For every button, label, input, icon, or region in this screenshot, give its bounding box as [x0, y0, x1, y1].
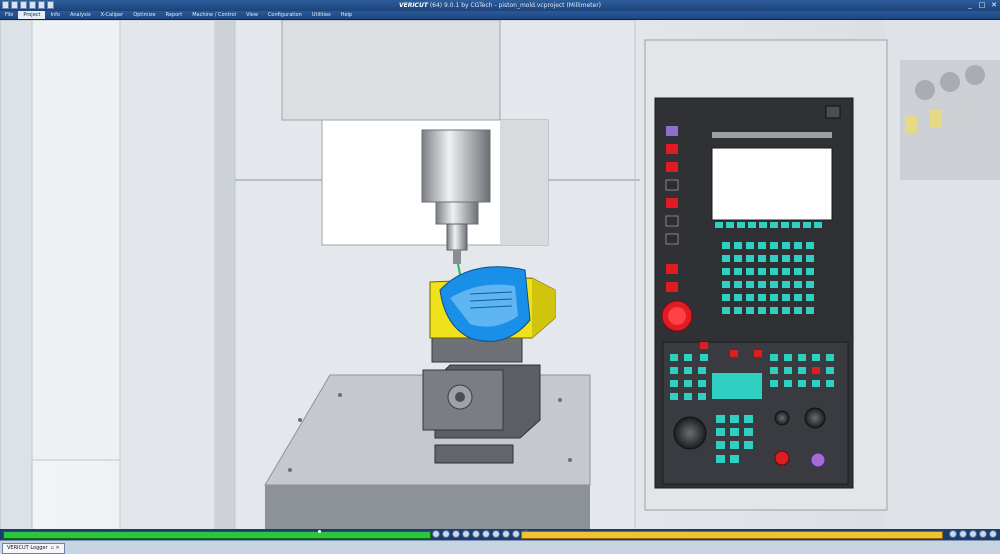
- view-icon[interactable]: [989, 530, 997, 538]
- spindle: [421, 129, 491, 203]
- tool-changer: [900, 60, 1000, 180]
- cnc-screen: [711, 147, 833, 221]
- menu-help[interactable]: Help: [336, 11, 357, 19]
- project-title: (64) 9.0.1 by CGTech - piston_mold.vcpro…: [427, 2, 602, 9]
- menu-x-caliper[interactable]: X-Caliper: [96, 11, 129, 19]
- menu-project[interactable]: Project: [18, 11, 46, 19]
- playback-controls: [432, 530, 530, 538]
- status-icons: [949, 530, 997, 538]
- menu-optimize[interactable]: Optimize: [128, 11, 160, 19]
- menu-view[interactable]: View: [241, 11, 263, 19]
- left-panel: [119, 20, 216, 530]
- progress-marker[interactable]: [318, 530, 321, 533]
- logger-tab[interactable]: VERICUT Logger ▫ ✕: [2, 543, 65, 554]
- animation-speed-bar[interactable]: [521, 531, 943, 539]
- logger-tab-controls[interactable]: ▫ ✕: [51, 544, 60, 553]
- single-step-icon[interactable]: [472, 530, 480, 538]
- menu-analysis[interactable]: Analysis: [65, 11, 96, 19]
- simulation-progress-bar: [3, 531, 431, 539]
- menu-report[interactable]: Report: [161, 11, 188, 19]
- play-to-end-icon[interactable]: [482, 530, 490, 538]
- menu-info[interactable]: Info: [45, 11, 64, 19]
- menu-machine-control[interactable]: Machine / Control: [187, 11, 241, 19]
- reset-icon[interactable]: [452, 530, 460, 538]
- play-icon[interactable]: [502, 530, 510, 538]
- pan-icon[interactable]: [959, 530, 967, 538]
- window-controls: _ □ ✕: [966, 1, 998, 9]
- left-door-frame: [0, 20, 33, 530]
- window-title: VERICUT (64) 9.0.1 by CGTech - piston_mo…: [0, 0, 1000, 11]
- door-post: [215, 20, 235, 530]
- step-back-icon[interactable]: [442, 530, 450, 538]
- zoom-icon[interactable]: [949, 530, 957, 538]
- menu-file[interactable]: File: [0, 11, 18, 19]
- title-bar: VERICUT (64) 9.0.1 by CGTech - piston_mo…: [0, 0, 1000, 11]
- operator-panel: [662, 341, 849, 485]
- minimize-button[interactable]: _: [966, 1, 974, 9]
- menu-utilities[interactable]: Utilities: [307, 11, 336, 19]
- simulation-viewport[interactable]: [0, 19, 1000, 530]
- rotate-icon[interactable]: [969, 530, 977, 538]
- fit-icon[interactable]: [979, 530, 987, 538]
- machine-scene: [0, 20, 1000, 530]
- spindle-head-top: [281, 20, 501, 121]
- cycle-stop-button: [774, 450, 790, 466]
- menu-bar: File Project Info Analysis X-Caliper Opt…: [0, 11, 1000, 19]
- stop-icon[interactable]: [462, 530, 470, 538]
- settings-icon[interactable]: [512, 530, 520, 538]
- feed-override-knob: [673, 416, 707, 450]
- rewind-icon[interactable]: [432, 530, 440, 538]
- status-bar: [0, 529, 1000, 540]
- menu-configuration[interactable]: Configuration: [263, 11, 307, 19]
- cycle-start-button: [810, 452, 826, 468]
- maximize-button[interactable]: □: [978, 1, 986, 9]
- logger-tab-label: VERICUT Logger: [7, 545, 48, 551]
- app-brand: VERICUT: [398, 2, 428, 9]
- close-button[interactable]: ✕: [990, 1, 998, 9]
- pause-icon[interactable]: [492, 530, 500, 538]
- bottom-dock: VERICUT Logger ▫ ✕: [0, 540, 1000, 554]
